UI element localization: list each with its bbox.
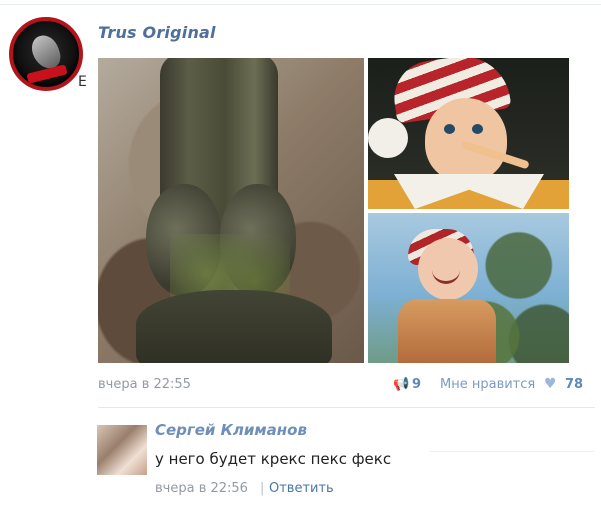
- eye-left: [444, 124, 455, 134]
- author-avatar[interactable]: [9, 17, 83, 91]
- comment-text: у него будет крекс пекс фекс: [155, 450, 392, 468]
- post-author[interactable]: Trus Original: [98, 23, 216, 42]
- reply-divider: [430, 451, 595, 452]
- photo-pinocchio-tree[interactable]: [368, 213, 569, 363]
- heart-icon[interactable]: ♥: [544, 376, 557, 392]
- top-divider: [0, 4, 601, 5]
- comments-divider: [98, 407, 595, 408]
- share-count[interactable]: 9: [412, 377, 421, 392]
- costume-body: [398, 299, 496, 363]
- child-face: [425, 98, 507, 182]
- separator: |: [260, 481, 265, 496]
- post-text: Е: [78, 74, 87, 90]
- post-time[interactable]: вчера в 22:55: [98, 377, 191, 392]
- comment-avatar[interactable]: [97, 425, 147, 475]
- wall-post: Trus Original Е вчера в 22:55 📢 9 Мне нр…: [0, 0, 601, 506]
- like-label[interactable]: Мне нравится: [440, 377, 535, 392]
- comment-time[interactable]: вчера в 22:56: [155, 481, 248, 496]
- reply-button[interactable]: Ответить: [269, 481, 334, 496]
- like-count[interactable]: 78: [565, 377, 583, 392]
- tree-roots: [136, 290, 332, 363]
- comment-author[interactable]: Сергей Климанов: [155, 421, 307, 439]
- photo-pinocchio-closeup[interactable]: [368, 58, 569, 209]
- eye-right: [472, 124, 483, 134]
- hat-pompom: [368, 118, 408, 158]
- photo-tree[interactable]: [98, 58, 364, 363]
- share-icon[interactable]: 📢: [393, 377, 409, 392]
